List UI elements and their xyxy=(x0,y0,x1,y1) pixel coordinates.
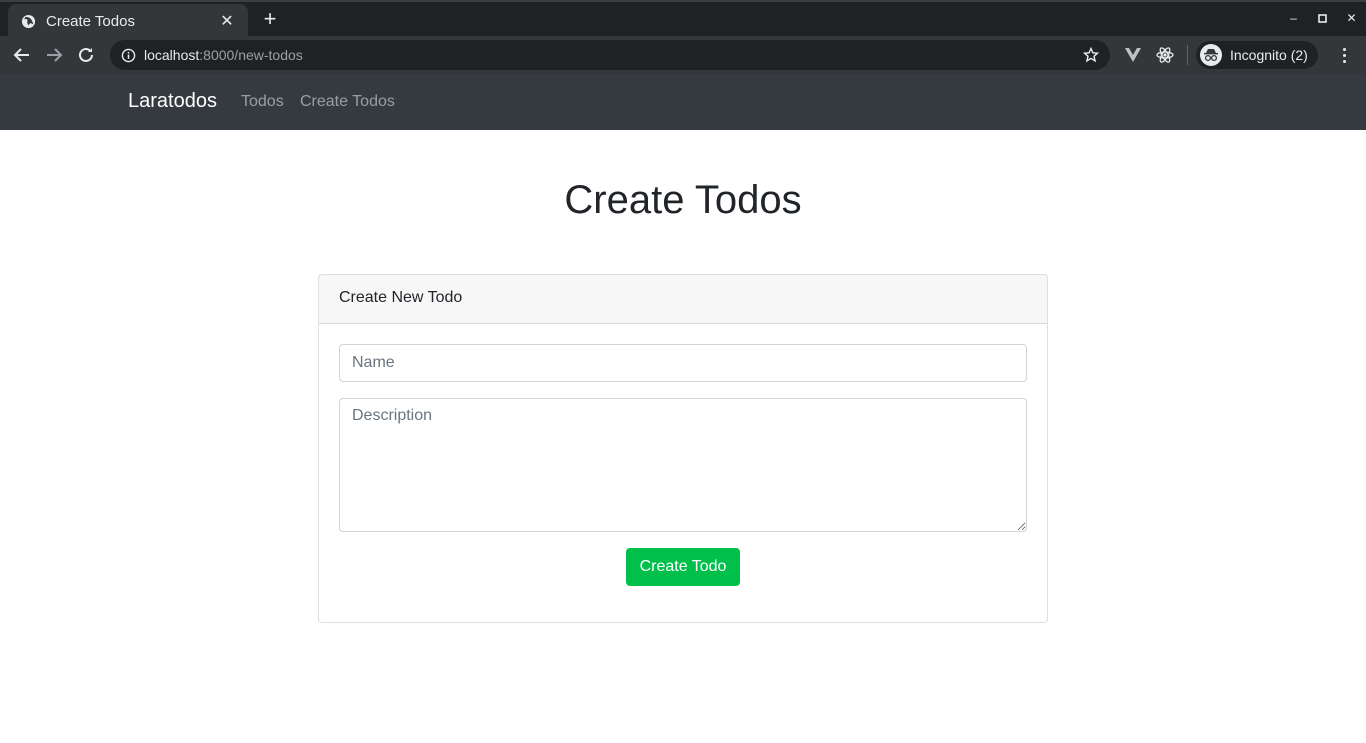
toolbar-separator xyxy=(1187,45,1188,65)
browser-tabbar: Create Todos ✕ + – ✕ xyxy=(0,0,1366,38)
globe-icon xyxy=(20,13,36,29)
description-textarea[interactable] xyxy=(339,398,1027,532)
address-bar[interactable]: localhost:8000/new-todos xyxy=(110,40,1110,70)
nav-link-create-todos[interactable]: Create Todos xyxy=(300,93,395,111)
forward-arrow-icon[interactable] xyxy=(41,42,67,68)
tab-title: Create Todos xyxy=(46,12,135,30)
new-tab-plus-icon[interactable]: + xyxy=(258,8,282,32)
nav-link-todos[interactable]: Todos xyxy=(241,93,284,111)
maximize-icon[interactable] xyxy=(1308,6,1337,30)
card-body: Create Todo xyxy=(319,324,1047,606)
page-viewport: Laratodos Todos Create Todos Create Todo… xyxy=(0,74,1366,743)
info-icon[interactable] xyxy=(120,47,136,63)
submit-wrapper: Create Todo xyxy=(339,548,1027,586)
url-host: localhost xyxy=(144,47,200,63)
name-input[interactable] xyxy=(339,344,1027,382)
create-todo-button[interactable]: Create Todo xyxy=(625,548,741,586)
bookmark-star-icon[interactable] xyxy=(1082,46,1100,64)
navbar-brand[interactable]: Laratodos xyxy=(128,90,217,113)
site-navbar: Laratodos Todos Create Todos xyxy=(0,74,1366,130)
card-header: Create New Todo xyxy=(319,275,1047,324)
profile-button[interactable]: Incognito (2) xyxy=(1196,41,1318,69)
close-icon[interactable]: ✕ xyxy=(218,12,236,30)
reload-icon[interactable] xyxy=(73,42,99,68)
profile-label: Incognito (2) xyxy=(1230,47,1308,63)
vue-devtools-icon[interactable] xyxy=(1122,44,1144,66)
incognito-icon xyxy=(1200,44,1222,66)
browser-toolbar: localhost:8000/new-todos Incognito (2) xyxy=(0,36,1366,74)
back-arrow-icon[interactable] xyxy=(9,42,35,68)
react-devtools-icon[interactable] xyxy=(1154,44,1176,66)
create-todo-card: Create New Todo Create Todo xyxy=(318,274,1048,623)
browser-tab[interactable]: Create Todos ✕ xyxy=(8,4,248,38)
window-controls: – ✕ xyxy=(1279,6,1366,30)
page-title: Create Todos xyxy=(564,178,802,222)
minimize-icon[interactable]: – xyxy=(1279,6,1308,30)
menu-kebab-icon[interactable] xyxy=(1334,44,1354,66)
window-close-icon[interactable]: ✕ xyxy=(1337,6,1366,30)
url-path: :8000/new-todos xyxy=(199,47,303,63)
